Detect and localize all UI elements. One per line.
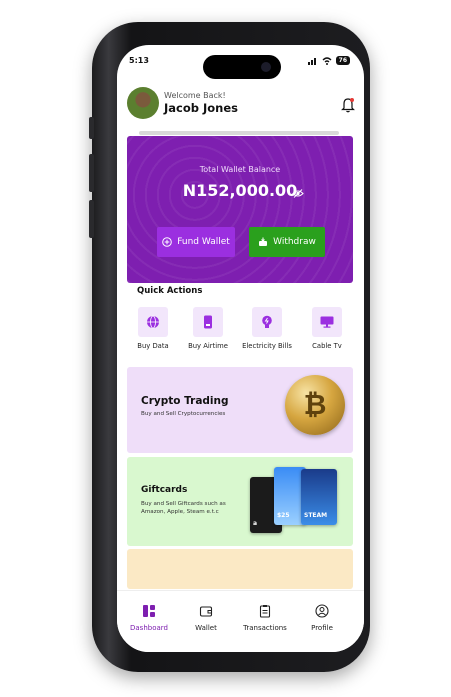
- quick-action-buy-airtime[interactable]: Buy Airtime: [183, 307, 233, 350]
- crypto-title: Crypto Trading: [141, 395, 229, 407]
- quick-action-label: Cable Tv: [312, 342, 342, 350]
- phone-screen: 5:13 76 Welcome Back! Jacob Jones Total …: [117, 45, 364, 652]
- tv-icon: [320, 316, 334, 328]
- bulb-icon: [262, 315, 272, 328]
- battery-indicator: 76: [335, 56, 350, 65]
- promo-card-partial[interactable]: [127, 549, 353, 589]
- tab-label: Profile: [311, 624, 333, 632]
- globe-icon: [147, 315, 159, 329]
- tab-label: Dashboard: [130, 624, 168, 632]
- welcome-text: Welcome Back!: [164, 91, 226, 100]
- wallet-balance: N152,000.00: [182, 181, 298, 200]
- card-stack-shadow: [139, 131, 339, 135]
- tab-wallet[interactable]: Wallet: [176, 604, 236, 632]
- user-name: Jacob Jones: [164, 101, 239, 115]
- tab-label: Transactions: [243, 624, 287, 632]
- quick-action-buy-data[interactable]: Buy Data: [128, 307, 178, 350]
- steam-giftcard-icon: STEAM: [301, 469, 337, 525]
- volume-up-button: [89, 154, 94, 192]
- quick-action-label: Buy Data: [137, 342, 169, 350]
- dashboard-icon: [143, 605, 155, 617]
- plus-circle-icon: [162, 237, 173, 247]
- status-time: 5:13: [129, 56, 149, 65]
- mockup-stage: 5:13 76 Welcome Back! Jacob Jones Total …: [0, 0, 451, 697]
- wallet-label: Total Wallet Balance: [199, 165, 281, 174]
- wallet-download-icon: [259, 237, 268, 246]
- status-bar: 5:13 76: [129, 56, 350, 70]
- profile-icon: [315, 604, 329, 618]
- withdraw-button[interactable]: Withdraw: [249, 227, 325, 257]
- tab-dashboard[interactable]: Dashboard: [119, 604, 179, 632]
- quick-action-label: Buy Airtime: [188, 342, 228, 350]
- tab-profile[interactable]: Profile: [292, 604, 352, 632]
- avatar[interactable]: [127, 87, 159, 119]
- phone-icon: [204, 315, 212, 329]
- withdraw-label: Withdraw: [273, 237, 316, 247]
- wifi-icon: [322, 56, 332, 65]
- quick-actions-title: Quick Actions: [137, 286, 203, 296]
- fund-wallet-label: Fund Wallet: [177, 237, 230, 247]
- volume-down-button: [89, 200, 94, 238]
- bitcoin-icon: ₿: [285, 375, 345, 435]
- wallet-card: Total Wallet Balance N152,000.00 Fund Wa…: [127, 136, 353, 283]
- tab-transactions[interactable]: Transactions: [235, 604, 295, 632]
- quick-action-electricity[interactable]: Electricity Bills: [242, 307, 292, 350]
- clipboard-icon: [259, 605, 271, 618]
- giftcards-title: Giftcards: [141, 485, 188, 495]
- crypto-subtitle: Buy and Sell Cryptocurrencies: [141, 411, 226, 417]
- quick-action-label: Electricity Bills: [242, 342, 292, 350]
- bell-icon[interactable]: [341, 97, 355, 113]
- wallet-icon: [199, 606, 213, 617]
- bottom-tab-bar: Dashboard Wallet Transactions Profile: [117, 590, 364, 652]
- giftcards-card[interactable]: Giftcards Buy and Sell Giftcards such as…: [127, 457, 353, 546]
- signal-icon: [307, 57, 316, 65]
- quick-action-cable-tv[interactable]: Cable Tv: [302, 307, 352, 350]
- header: Welcome Back! Jacob Jones: [127, 87, 357, 123]
- tab-label: Wallet: [195, 624, 217, 632]
- eye-slash-icon[interactable]: [292, 189, 304, 198]
- crypto-trading-card[interactable]: Crypto Trading Buy and Sell Cryptocurren…: [127, 367, 353, 453]
- fund-wallet-button[interactable]: Fund Wallet: [157, 227, 235, 257]
- giftcards-subtitle: Buy and Sell Giftcards such as Amazon, A…: [141, 501, 226, 515]
- side-button: [89, 117, 94, 139]
